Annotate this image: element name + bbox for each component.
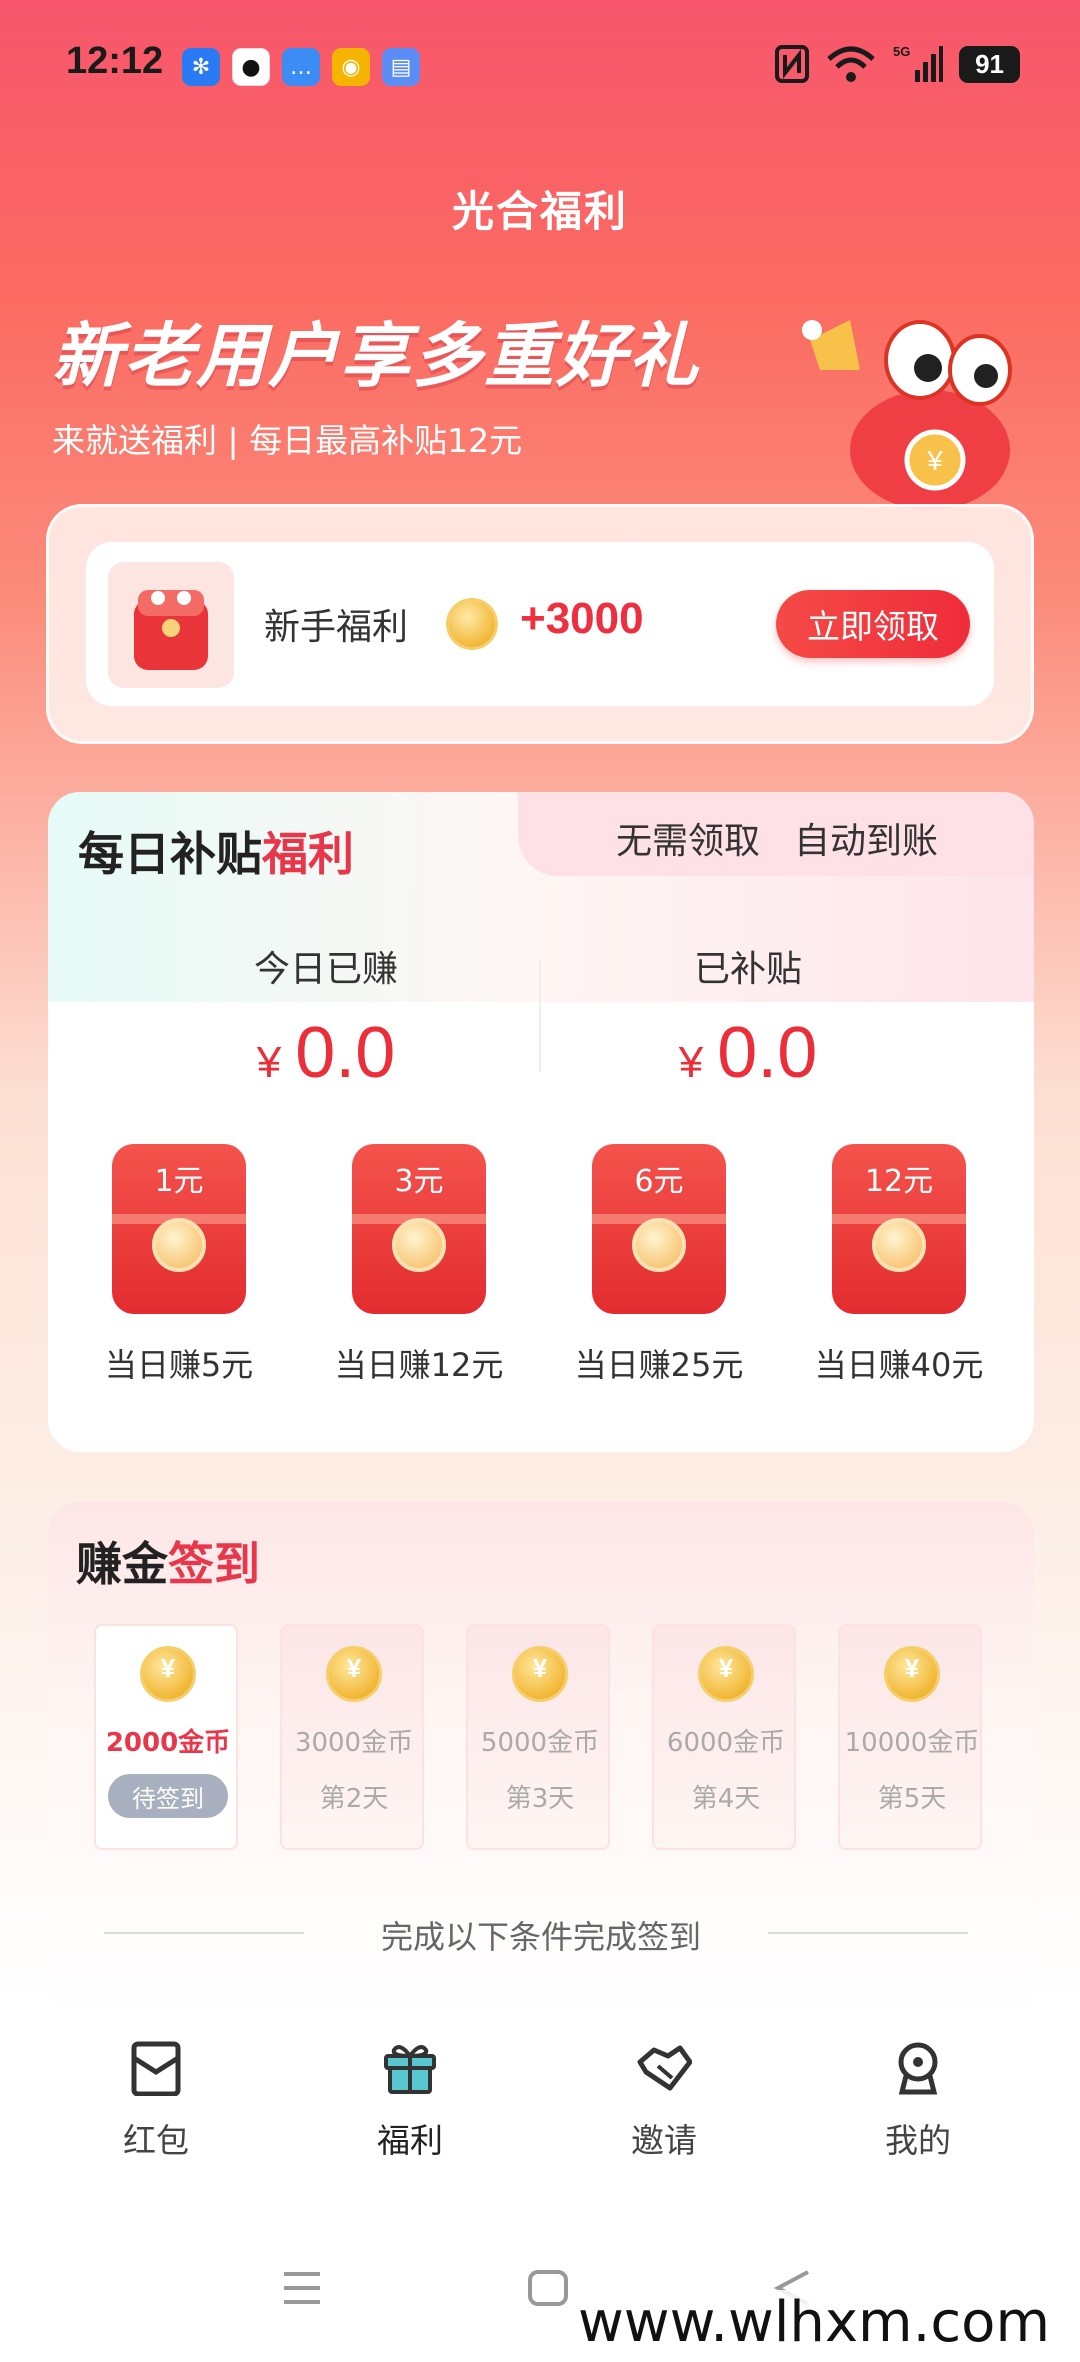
- signin-day-1[interactable]: 2000金币 待签到: [94, 1624, 238, 1850]
- signin-card: 赚金签到 2000金币 待签到 3000金币 第2天 5000金币 第3天 60…: [48, 1502, 1034, 2022]
- reward-envelope-4[interactable]: 12元: [832, 1144, 966, 1314]
- weibo-icon: ◉: [332, 48, 370, 86]
- wifi-icon: [827, 46, 875, 82]
- day-number: 第4天: [691, 1784, 761, 1814]
- signin-day-5[interactable]: 10000金币 第5天: [838, 1624, 982, 1850]
- signin-condition-text: 完成以下条件完成签到: [380, 1918, 701, 1956]
- envelope-seal: [632, 1218, 686, 1272]
- red-envelope-icon: [131, 2041, 181, 2097]
- page-title: 光合福利: [451, 187, 628, 236]
- envelope-caption: 当日赚12元: [334, 1346, 504, 1384]
- stat-divider: [539, 960, 541, 1072]
- signin-day-4[interactable]: 6000金币 第4天: [652, 1624, 796, 1850]
- menu-icon[interactable]: [282, 2270, 322, 2306]
- daily-subsidy-card: 每日补贴福利 无需领取 自动到账 今日已赚 ¥0.0 已补贴 ¥0.0 1元 当…: [48, 792, 1034, 1452]
- subsidized-value: ¥0.0: [548, 1012, 948, 1094]
- envelope-amount: 12元: [864, 1164, 934, 1199]
- gold-coin-icon: [326, 1646, 382, 1702]
- subsidized-label: 已补贴: [693, 949, 802, 990]
- day-coins: 10000金币: [844, 1728, 980, 1758]
- daily-tags: 无需领取 自动到账: [616, 812, 938, 864]
- qq-icon: ●: [232, 48, 270, 86]
- daily-title: 每日补贴福利: [78, 818, 354, 884]
- envelope-caption: 当日赚5元: [104, 1346, 254, 1384]
- signal-icon: 5G: [893, 44, 944, 82]
- gold-coin-icon: [884, 1646, 940, 1702]
- nav-label: 我的: [885, 2121, 951, 2160]
- day-coins: 3000金币: [294, 1728, 414, 1758]
- mascot-illustration: ¥: [802, 320, 1012, 510]
- earned-value: 0.0: [295, 1013, 396, 1093]
- envelope-amount: 6元: [634, 1164, 684, 1199]
- signin-title-part1: 赚金: [76, 1537, 168, 1591]
- nav-label: 红包: [123, 2121, 189, 2160]
- nav-item-red-envelope[interactable]: 红包: [56, 2040, 256, 2162]
- gold-coin-icon: [446, 598, 498, 650]
- gold-coin-icon: [698, 1646, 754, 1702]
- hero-title: 新老用户享多重好礼: [52, 315, 700, 397]
- svg-text:5G: 5G: [893, 44, 910, 59]
- nav-label: 邀请: [631, 2121, 697, 2160]
- earned-today-value: ¥0.0: [126, 1012, 526, 1094]
- svg-text:¥: ¥: [926, 445, 943, 476]
- battery-indicator: 91: [959, 45, 1020, 83]
- day-number: 第3天: [505, 1784, 575, 1814]
- message-icon: …: [282, 48, 320, 86]
- nav-item-invite[interactable]: 邀请: [564, 2040, 764, 2162]
- note-icon: ▤: [382, 48, 420, 86]
- currency-symbol: ¥: [256, 1038, 282, 1087]
- status-time: 12:12: [66, 40, 164, 82]
- day-coins: 5000金币: [480, 1728, 600, 1758]
- reward-envelope-1[interactable]: 1元: [112, 1144, 246, 1314]
- claim-now-button[interactable]: 立即领取: [776, 590, 970, 658]
- envelope-caption: 当日赚40元: [814, 1346, 984, 1384]
- system-icons: 5G 91: [775, 44, 1020, 84]
- reward-envelope-3[interactable]: 6元: [592, 1144, 726, 1314]
- subsidized-stat: 已补贴 ¥0.0: [548, 940, 948, 1094]
- envelope-amount: 1元: [154, 1164, 204, 1199]
- signin-title-part2: 签到: [168, 1537, 260, 1591]
- nav-item-welfare[interactable]: 福利: [310, 2040, 510, 2162]
- daily-title-part2: 福利: [262, 827, 354, 881]
- newbie-label: 新手福利: [264, 607, 409, 648]
- envelope-caption: 当日赚25元: [574, 1346, 744, 1384]
- envelope-amount: 3元: [394, 1164, 444, 1199]
- day-number: 第5天: [877, 1784, 947, 1814]
- earned-today-stat: 今日已赚 ¥0.0: [126, 940, 526, 1094]
- pending-signin-badge[interactable]: 待签到: [108, 1774, 228, 1818]
- tag-auto-credit: 自动到账: [794, 821, 939, 862]
- reward-envelope-2[interactable]: 3元: [352, 1144, 486, 1314]
- status-bar: 12:12 ✻ ● … ◉ ▤ 5G 91: [0, 0, 1080, 130]
- gift-icon: [384, 2045, 436, 2094]
- day-coins: 2000金币: [105, 1728, 231, 1758]
- hero-subtitle: 来就送福利 | 每日最高补贴12元: [52, 421, 523, 460]
- signin-day-2[interactable]: 3000金币 第2天: [280, 1624, 424, 1850]
- nav-item-mine[interactable]: 我的: [818, 2040, 1018, 2162]
- app-notification-icon: ✻: [182, 48, 220, 86]
- profile-icon: [898, 2042, 938, 2095]
- gold-coin-icon: [512, 1646, 568, 1702]
- nfc-icon: [775, 45, 810, 83]
- red-gift-box-icon: [108, 562, 234, 688]
- day-coins: 6000金币: [666, 1728, 786, 1758]
- signin-day-3[interactable]: 5000金币 第3天: [466, 1624, 610, 1850]
- day-number: 第2天: [319, 1784, 389, 1814]
- daily-title-part1: 每日补贴: [78, 827, 262, 881]
- gold-coin-icon: [140, 1646, 196, 1702]
- subsidy-value: 0.0: [717, 1013, 818, 1093]
- envelope-seal: [152, 1218, 206, 1272]
- divider-line-right: [768, 1932, 968, 1934]
- notification-icons: ✻ ● … ◉ ▤: [182, 48, 420, 86]
- tag-no-claim: 无需领取: [616, 821, 761, 862]
- envelope-seal: [392, 1218, 446, 1272]
- newbie-amount: +3000: [520, 594, 644, 643]
- earned-today-label: 今日已赚: [253, 949, 398, 990]
- watermark: www.wlhxm.com: [571, 2290, 1056, 2355]
- currency-symbol: ¥: [678, 1038, 704, 1087]
- nav-label: 福利: [377, 2121, 443, 2160]
- home-icon[interactable]: [528, 2270, 568, 2306]
- envelope-seal: [872, 1218, 926, 1272]
- signin-title: 赚金签到: [76, 1528, 260, 1594]
- handshake-icon: [637, 2045, 693, 2091]
